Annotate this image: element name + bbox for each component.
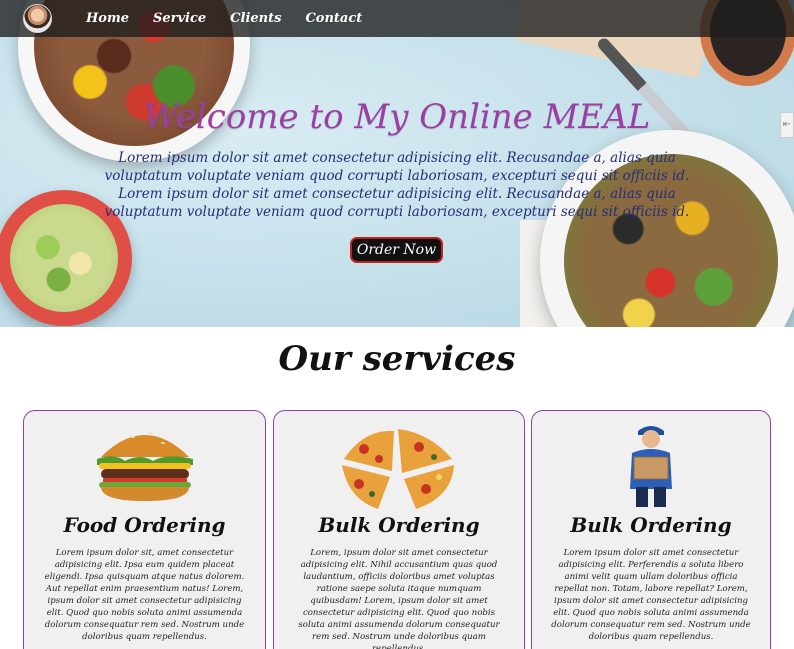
card-text: Lorem ipsum dolor sit amet consectetur a… <box>551 548 751 642</box>
card-title: Bulk Ordering <box>318 513 480 537</box>
order-now-button[interactable]: Order Now <box>350 237 443 263</box>
service-card-delivery: Bulk Ordering Lorem ipsum dolor sit amet… <box>531 410 771 649</box>
delivery-man-icon <box>630 426 672 507</box>
nav-link-home[interactable]: Home <box>86 11 129 26</box>
hero-title: Welcome to My Online MEAL <box>143 97 651 137</box>
burger-icon <box>96 432 193 501</box>
side-scroll-handle[interactable]: ⇤ <box>780 112 794 138</box>
nav-link-clients[interactable]: Clients <box>230 11 281 26</box>
hero-paragraph: Lorem ipsum dolor sit amet consectetur a… <box>104 150 690 184</box>
pizza-icon <box>342 429 454 509</box>
card-title: Food Ordering <box>63 513 226 537</box>
service-card-food-ordering: Food Ordering Lorem ipsum dolor sit, ame… <box>23 410 266 649</box>
nav-link-service[interactable]: Service <box>153 11 206 26</box>
nav-links: Home Service Clients Contact <box>86 11 386 26</box>
nav-link-contact[interactable]: Contact <box>305 11 362 26</box>
card-text: Lorem ipsum dolor sit, amet consectetur … <box>44 548 245 642</box>
avatar[interactable] <box>23 4 52 33</box>
card-title: Bulk Ordering <box>570 513 732 537</box>
service-card-bulk-ordering: Bulk Ordering Lorem, ipsum dolor sit ame… <box>273 410 525 649</box>
hero-paragraph: Lorem ipsum dolor sit amet consectetur a… <box>104 186 690 220</box>
top-navbar: Home Service Clients Contact <box>0 0 794 37</box>
services-title: Our services <box>278 339 516 379</box>
hero-banner: Welcome to My Online MEAL Lorem ipsum do… <box>0 0 794 327</box>
card-text: Lorem, ipsum dolor sit amet consectetur … <box>298 548 500 649</box>
